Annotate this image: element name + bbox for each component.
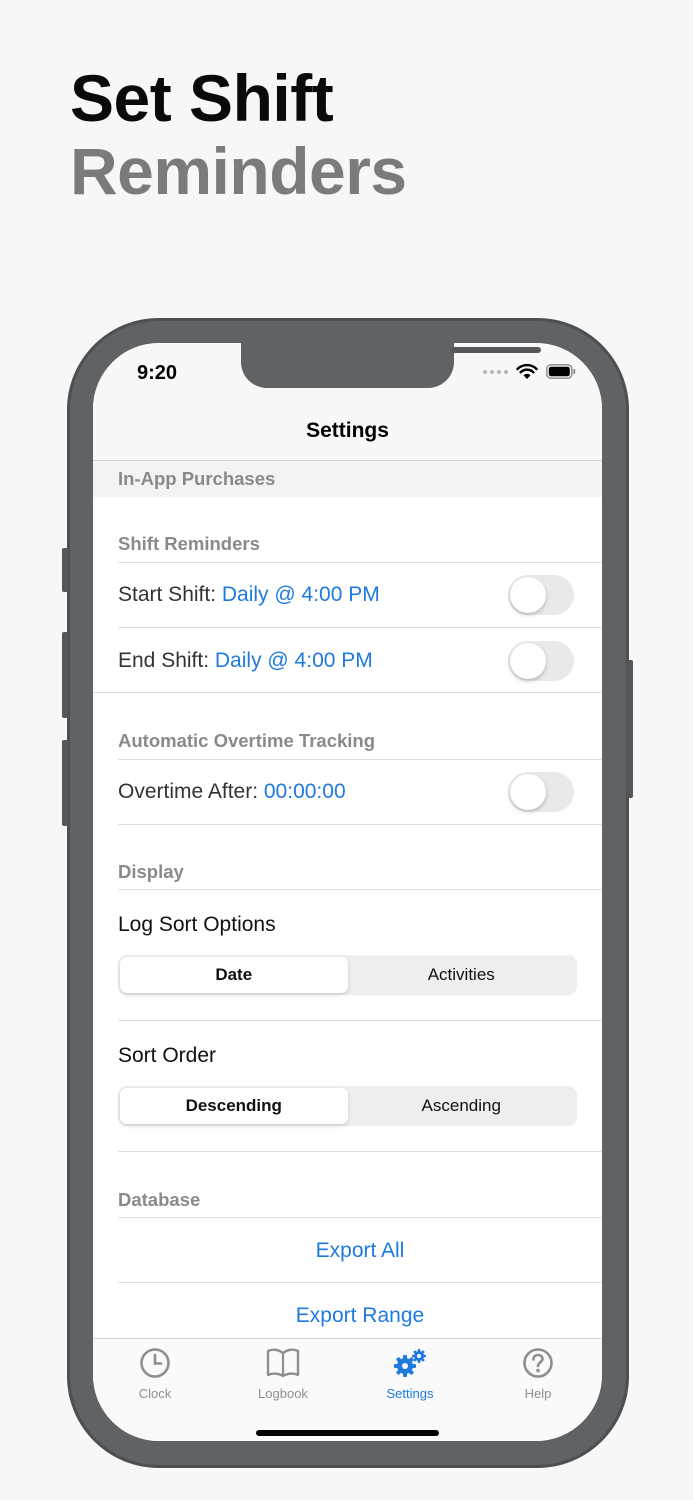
divider bbox=[118, 1151, 602, 1152]
divider bbox=[118, 1217, 602, 1218]
tab-settings-label: Settings bbox=[386, 1386, 434, 1401]
notch bbox=[241, 343, 541, 388]
section-header-database: Database bbox=[118, 1189, 201, 1210]
tab-bar: Clock Logbook Settings Help bbox=[93, 1338, 602, 1441]
promo-line-2: Reminders bbox=[70, 134, 407, 208]
tab-clock[interactable]: Clock bbox=[100, 1347, 210, 1401]
tab-help-label: Help bbox=[524, 1386, 552, 1401]
start-shift-label: Start Shift: bbox=[118, 583, 222, 606]
overtime-label: Overtime After: bbox=[118, 780, 264, 803]
overtime-toggle[interactable] bbox=[508, 772, 574, 812]
overtime-row[interactable]: Overtime After: 00:00:00 bbox=[118, 780, 346, 804]
battery-icon bbox=[546, 364, 576, 379]
log-sort-label: Log Sort Options bbox=[118, 913, 276, 936]
section-header-overtime: Automatic Overtime Tracking bbox=[118, 730, 376, 751]
gears-icon bbox=[394, 1349, 426, 1377]
question-icon bbox=[523, 1348, 553, 1378]
overtime-value[interactable]: 00:00:00 bbox=[264, 780, 346, 803]
export-range-button[interactable]: Export Range bbox=[118, 1304, 602, 1328]
side-button-volume-down bbox=[62, 740, 68, 826]
divider bbox=[118, 1282, 602, 1283]
signal-dots-icon bbox=[483, 369, 508, 374]
start-shift-row[interactable]: Start Shift: Daily @ 4:00 PM bbox=[118, 583, 380, 607]
sort-order-label: Sort Order bbox=[118, 1044, 217, 1067]
divider bbox=[118, 562, 602, 563]
tab-settings[interactable]: Settings bbox=[355, 1347, 465, 1401]
iap-section-header: In-App Purchases bbox=[93, 461, 602, 497]
tab-help[interactable]: Help bbox=[483, 1347, 593, 1401]
side-button-mute bbox=[62, 548, 68, 592]
promo-line-1: Set Shift bbox=[70, 61, 334, 135]
section-header-shift-reminders: Shift Reminders bbox=[118, 533, 260, 554]
status-icons bbox=[483, 363, 576, 380]
book-icon bbox=[266, 1348, 300, 1378]
divider bbox=[118, 889, 602, 890]
divider bbox=[118, 627, 602, 628]
export-all-button[interactable]: Export All bbox=[118, 1239, 602, 1263]
tab-logbook-label: Logbook bbox=[258, 1386, 308, 1401]
wifi-icon bbox=[516, 363, 538, 379]
section-header-display: Display bbox=[118, 861, 184, 882]
end-shift-toggle[interactable] bbox=[508, 641, 574, 681]
tab-clock-label: Clock bbox=[138, 1386, 172, 1401]
divider bbox=[118, 1020, 602, 1021]
log-sort-segmented-control[interactable]: Date Activities bbox=[118, 955, 577, 995]
home-indicator[interactable] bbox=[256, 1430, 439, 1436]
end-shift-row[interactable]: End Shift: Daily @ 4:00 PM bbox=[118, 649, 373, 673]
promo-headline: Set Shift Reminders bbox=[70, 62, 407, 208]
end-shift-value[interactable]: Daily @ 4:00 PM bbox=[215, 649, 373, 672]
sort-order-segmented-control[interactable]: Descending Ascending bbox=[118, 1086, 577, 1126]
side-button-power bbox=[627, 660, 633, 798]
page-title: Settings bbox=[306, 419, 389, 442]
side-button-volume-up bbox=[62, 632, 68, 718]
log-sort-option-activities[interactable]: Activities bbox=[348, 957, 576, 993]
divider bbox=[118, 824, 602, 825]
settings-list[interactable]: In-App Purchases bbox=[93, 461, 602, 497]
start-shift-toggle[interactable] bbox=[508, 575, 574, 615]
log-sort-option-date[interactable]: Date bbox=[120, 957, 348, 993]
status-time: 9:20 bbox=[137, 362, 178, 384]
start-shift-value[interactable]: Daily @ 4:00 PM bbox=[222, 583, 380, 606]
sort-order-option-descending[interactable]: Descending bbox=[120, 1088, 348, 1124]
phone-screen: 9:20 Settings In-App Purchases Shift Rem… bbox=[93, 343, 602, 1441]
tab-logbook[interactable]: Logbook bbox=[228, 1347, 338, 1401]
divider bbox=[118, 759, 602, 760]
clock-icon bbox=[140, 1348, 170, 1378]
end-shift-label: End Shift: bbox=[118, 649, 215, 672]
divider bbox=[93, 692, 602, 693]
sort-order-option-ascending[interactable]: Ascending bbox=[348, 1088, 576, 1124]
